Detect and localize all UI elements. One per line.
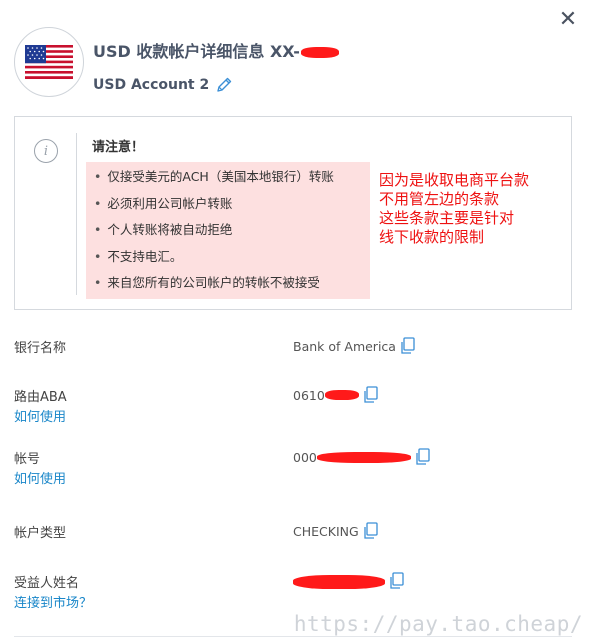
dialog-title: USD 收款帐户详细信息 XX- bbox=[93, 38, 339, 62]
notice-item: 不支持电汇。 bbox=[86, 244, 370, 271]
notice-item: 必须利用公司帐户转账 bbox=[86, 191, 370, 218]
account-type-value: CHECKING bbox=[293, 523, 359, 539]
field-value: 000 bbox=[293, 448, 431, 466]
field-label: 受益人姓名 bbox=[14, 576, 80, 591]
copy-icon[interactable] bbox=[389, 572, 405, 590]
account-number-value: 000 bbox=[293, 449, 317, 465]
field-label: 路由ABA bbox=[14, 390, 67, 405]
account-name: USD Account 2 bbox=[93, 77, 210, 93]
redaction-mark bbox=[293, 575, 385, 589]
field-beneficiary: 受益人姓名 连接到市场？ bbox=[14, 572, 573, 612]
copy-icon[interactable] bbox=[415, 448, 431, 466]
notice-item: 个人转账将被自动拒绝 bbox=[86, 217, 370, 244]
field-label: 帐号 bbox=[14, 452, 41, 467]
info-icon: i bbox=[34, 139, 58, 163]
handwritten-annotation: 因为是收取电商平台款 不用管左边的条款 这些条款主要是针对 线下收款的限制 bbox=[379, 171, 530, 246]
copy-icon[interactable] bbox=[400, 337, 416, 355]
field-account-number: 帐号 如何使用 000 bbox=[14, 448, 573, 488]
how-to-use-link[interactable]: 如何使用 bbox=[14, 468, 66, 487]
field-routing: 路由ABA 如何使用 0610 bbox=[14, 386, 573, 426]
notice-divider bbox=[76, 133, 77, 295]
notice-item: 来自您所有的公司帐户的转帐不被接受 bbox=[86, 270, 370, 297]
redaction-mark bbox=[300, 47, 339, 58]
field-bank-name: 银行名称 Bank of America bbox=[14, 337, 573, 357]
bank-name-value: Bank of America bbox=[293, 338, 396, 354]
field-account-type: 帐户类型 CHECKING bbox=[14, 522, 573, 542]
dialog-title-text: USD 收款帐户详细信息 XX- bbox=[93, 42, 300, 61]
connect-marketplace-link[interactable]: 连接到市场？ bbox=[14, 592, 92, 611]
flag-avatar bbox=[14, 27, 84, 97]
notice-list: 仅接受美元的ACH（美国本地银行）转账 必须利用公司帐户转账 个人转账将被自动拒… bbox=[86, 162, 370, 299]
watermark: https://pay.tao.cheap/ bbox=[293, 612, 583, 636]
dialog-header: USD 收款帐户详细信息 XX- USD Account 2 bbox=[14, 27, 573, 97]
redaction-mark bbox=[316, 451, 411, 463]
notice-title: 请注意！ bbox=[92, 140, 145, 155]
account-subtitle: USD Account 2 bbox=[93, 76, 233, 94]
field-label: 银行名称 bbox=[14, 341, 67, 356]
field-label: 帐户类型 bbox=[14, 526, 67, 541]
notice-item: 仅接受美元的ACH（美国本地银行）转账 bbox=[86, 164, 370, 191]
copy-icon[interactable] bbox=[363, 386, 379, 404]
routing-value: 0610 bbox=[293, 387, 325, 403]
field-value bbox=[293, 572, 405, 590]
how-to-use-link[interactable]: 如何使用 bbox=[14, 406, 66, 425]
field-value: CHECKING bbox=[293, 522, 379, 540]
us-flag-icon bbox=[25, 45, 73, 79]
copy-icon[interactable] bbox=[363, 522, 379, 540]
bottom-divider bbox=[14, 636, 572, 637]
field-value: 0610 bbox=[293, 386, 379, 404]
field-value: Bank of America bbox=[293, 337, 416, 355]
pencil-icon[interactable] bbox=[215, 76, 233, 94]
redaction-mark bbox=[324, 390, 359, 400]
